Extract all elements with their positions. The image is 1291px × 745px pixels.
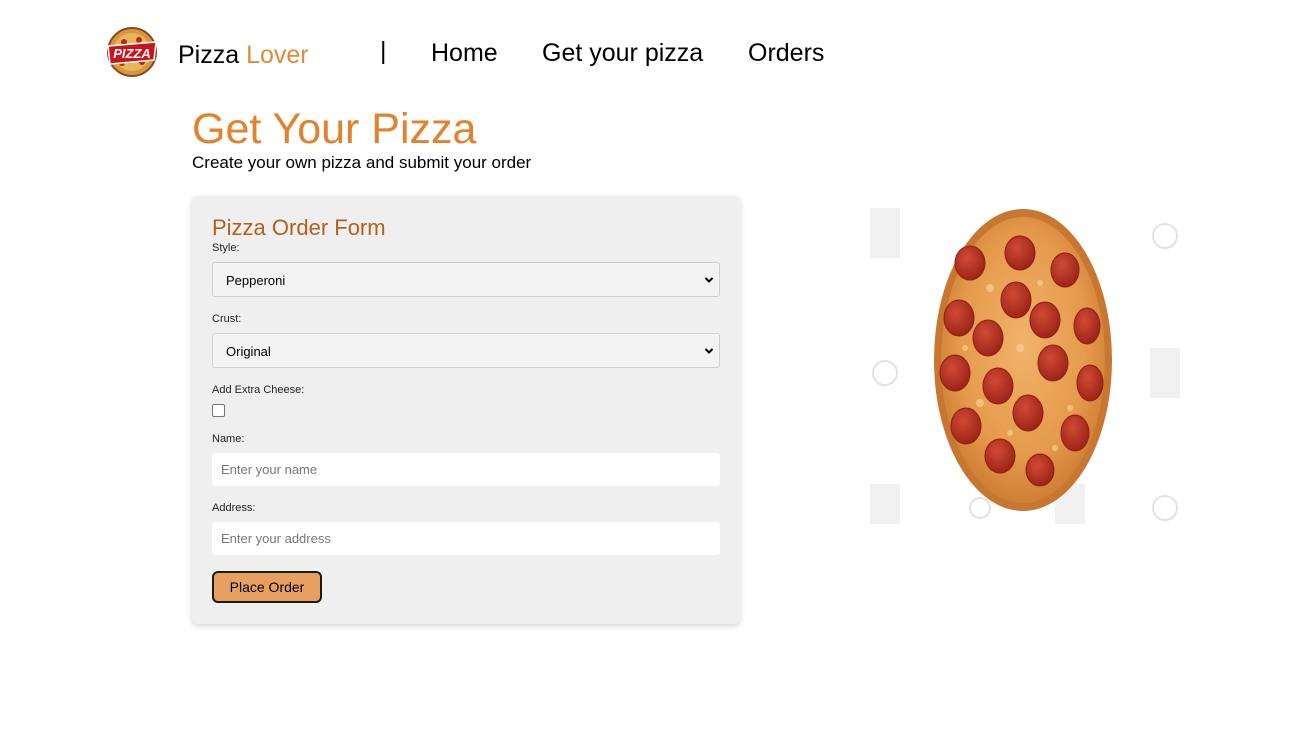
brand-first-word: Pizza — [178, 41, 240, 69]
place-order-button[interactable]: Place Order — [212, 571, 322, 603]
crust-select[interactable]: Original — [212, 333, 720, 368]
style-label: Style: — [212, 242, 240, 254]
name-input[interactable] — [212, 453, 720, 486]
crust-selected-value: Original — [226, 344, 271, 359]
brand-second-word: Lover — [246, 41, 309, 69]
address-label: Address: — [212, 502, 256, 514]
pepperoni-pizza-image — [870, 208, 1180, 524]
pizza-order-form: Pizza Order Form Style: Pepperoni Crust:… — [192, 196, 740, 624]
nav-orders-link[interactable]: Orders — [748, 38, 824, 68]
extra-cheese-checkbox[interactable] — [212, 404, 225, 417]
style-selected-value: Pepperoni — [226, 273, 286, 288]
page-title: Get Your Pizza — [192, 105, 477, 153]
form-title: Pizza Order Form — [212, 215, 386, 240]
page: PIZZA Pizza Lover | Home Get your pizza … — [0, 0, 1291, 745]
address-input[interactable] — [212, 522, 720, 555]
crust-label: Crust: — [212, 313, 242, 325]
extra-cheese-label: Add Extra Cheese: — [212, 384, 305, 396]
brand-name: Pizza Lover — [178, 40, 309, 70]
name-label: Name: — [212, 433, 245, 445]
chevron-down-icon — [704, 348, 714, 354]
logo-text: PIZZA — [113, 46, 151, 61]
style-select[interactable]: Pepperoni — [212, 262, 720, 297]
pizza-logo-icon[interactable]: PIZZA — [104, 24, 160, 80]
nav-divider: | — [380, 37, 387, 65]
nav-home-link[interactable]: Home — [431, 38, 498, 68]
page-subtitle: Create your own pizza and submit your or… — [192, 153, 532, 172]
chevron-down-icon — [704, 277, 714, 283]
nav-get-your-pizza-link[interactable]: Get your pizza — [542, 38, 703, 68]
